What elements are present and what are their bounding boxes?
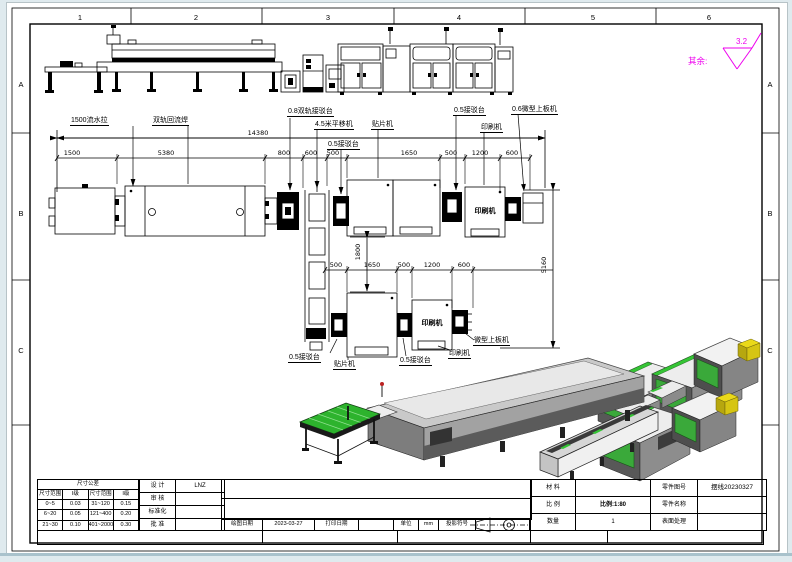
unit-value: mm: [419, 519, 439, 531]
zone-col-5: 5: [591, 13, 595, 22]
printer-box-text-bottom: 印刷机: [413, 320, 451, 327]
zone-col-1: 1: [78, 13, 82, 22]
title-block: 材 料 零件图号 摆线20230327 比 例 比例:1:80 零件名称 数量 …: [530, 479, 767, 531]
label-printer-bottom: 印刷机: [448, 350, 471, 359]
zone-row-a-left: A: [18, 80, 23, 89]
zone-col-3: 3: [326, 13, 330, 22]
label-printer-top: 印刷机: [480, 124, 503, 133]
label-shuttle: 4.5米平移机: [314, 121, 354, 130]
label-dock-bottom2: 0.5接驳台: [399, 357, 432, 366]
label-mounter-top: 贴片机: [371, 121, 394, 130]
label-dock-topright: 0.5接驳台: [453, 107, 486, 116]
dim-top-3: 600: [305, 149, 317, 157]
zone-row-c-left: C: [18, 346, 24, 355]
3d-line-render: [300, 338, 760, 481]
zone-row-a-right: A: [767, 80, 772, 89]
dim-top-0: 1500: [64, 149, 81, 157]
label-flow-line: 1500流水拉: [70, 117, 109, 126]
zone-row-b-left: B: [18, 209, 23, 218]
label-mini-loader-top: 0.6微型上板机: [511, 106, 558, 115]
label-reflow: 双轨回流焊: [152, 117, 189, 126]
dim-bot-0: 500: [330, 261, 342, 269]
bottom-strip-divider-3: [530, 530, 531, 543]
designer-name: LNZ: [176, 480, 225, 493]
dim-top-7: 1200: [472, 149, 489, 157]
part-number: 摆线20230327: [698, 480, 767, 497]
projection-symbol-cell: [476, 519, 530, 531]
scale-value: 比例:1:80: [576, 497, 651, 514]
dim-top-5: 1650: [401, 149, 418, 157]
drawing-canvas: 1 2 3 4 5 6 A B C A B C 其余: 3.2: [0, 0, 792, 562]
zone-col-6: 6: [707, 13, 711, 22]
tolerance-table: 尺寸公差 尺寸范围 I级 尺寸范围 I级 0~50.0331~1200.15 6…: [37, 479, 139, 531]
dim-top-1: 5380: [158, 149, 175, 157]
elevation-view: [45, 25, 513, 95]
dim-top-8: 600: [506, 149, 518, 157]
dim-bot-2: 500: [398, 261, 410, 269]
bottom-strip-divider-2: [397, 530, 398, 543]
dim-top-2: 800: [278, 149, 290, 157]
roughness-value: 3.2: [736, 37, 748, 46]
signature-block: 设 计LNZ 审 核 标准化 批 准: [139, 479, 225, 531]
dim-row-gap: 1800: [354, 244, 362, 261]
zone-row-b-right: B: [767, 209, 772, 218]
dim-overall: 14380: [248, 129, 269, 137]
bottom-strip-divider-4: [607, 530, 608, 543]
zone-col-2: 2: [194, 13, 198, 22]
label-mini-loader-bottom: 微型上板机: [473, 337, 510, 346]
tolerance-title: 尺寸公差: [38, 480, 139, 490]
dim-top-4: 500: [327, 149, 339, 157]
page-bottom-edge: [0, 553, 792, 556]
empty-cell-divider: [221, 498, 530, 499]
sheet-frame: 1 2 3 4 5 6 A B C A B C: [12, 8, 779, 551]
printer-3d-back: [694, 338, 760, 398]
dim-bot-4: 600: [458, 261, 470, 269]
roughness-prefix: 其余:: [688, 56, 707, 66]
dim-total-height: 5160: [540, 257, 548, 274]
label-dock-bottom1: 0.5接驳台: [288, 354, 321, 363]
zone-col-4: 4: [457, 13, 461, 22]
label-dock-mid: 0.5接驳台: [327, 141, 360, 150]
surface-roughness-note: 其余: 3.2: [688, 33, 761, 69]
bottom-strip-divider-1: [262, 530, 263, 543]
label-dual-dock: 0.8双轨接驳台: [287, 108, 334, 117]
bottom-strip: [37, 530, 764, 545]
quantity-value: 1: [576, 514, 651, 531]
empty-cell-region: [221, 479, 532, 520]
dim-bot-3: 1200: [424, 261, 441, 269]
cad-page: 1 2 3 4 5 6 A B C A B C 其余: 3.2: [0, 0, 792, 562]
draw-date-value: 2023-03-27: [263, 519, 315, 531]
dim-bot-1: 1650: [364, 261, 381, 269]
printer-box-text-top: 印刷机: [466, 208, 504, 215]
zone-row-c-right: C: [767, 346, 773, 355]
label-mounter-bottom: 贴片机: [333, 361, 356, 370]
dim-top-6: 500: [445, 149, 457, 157]
